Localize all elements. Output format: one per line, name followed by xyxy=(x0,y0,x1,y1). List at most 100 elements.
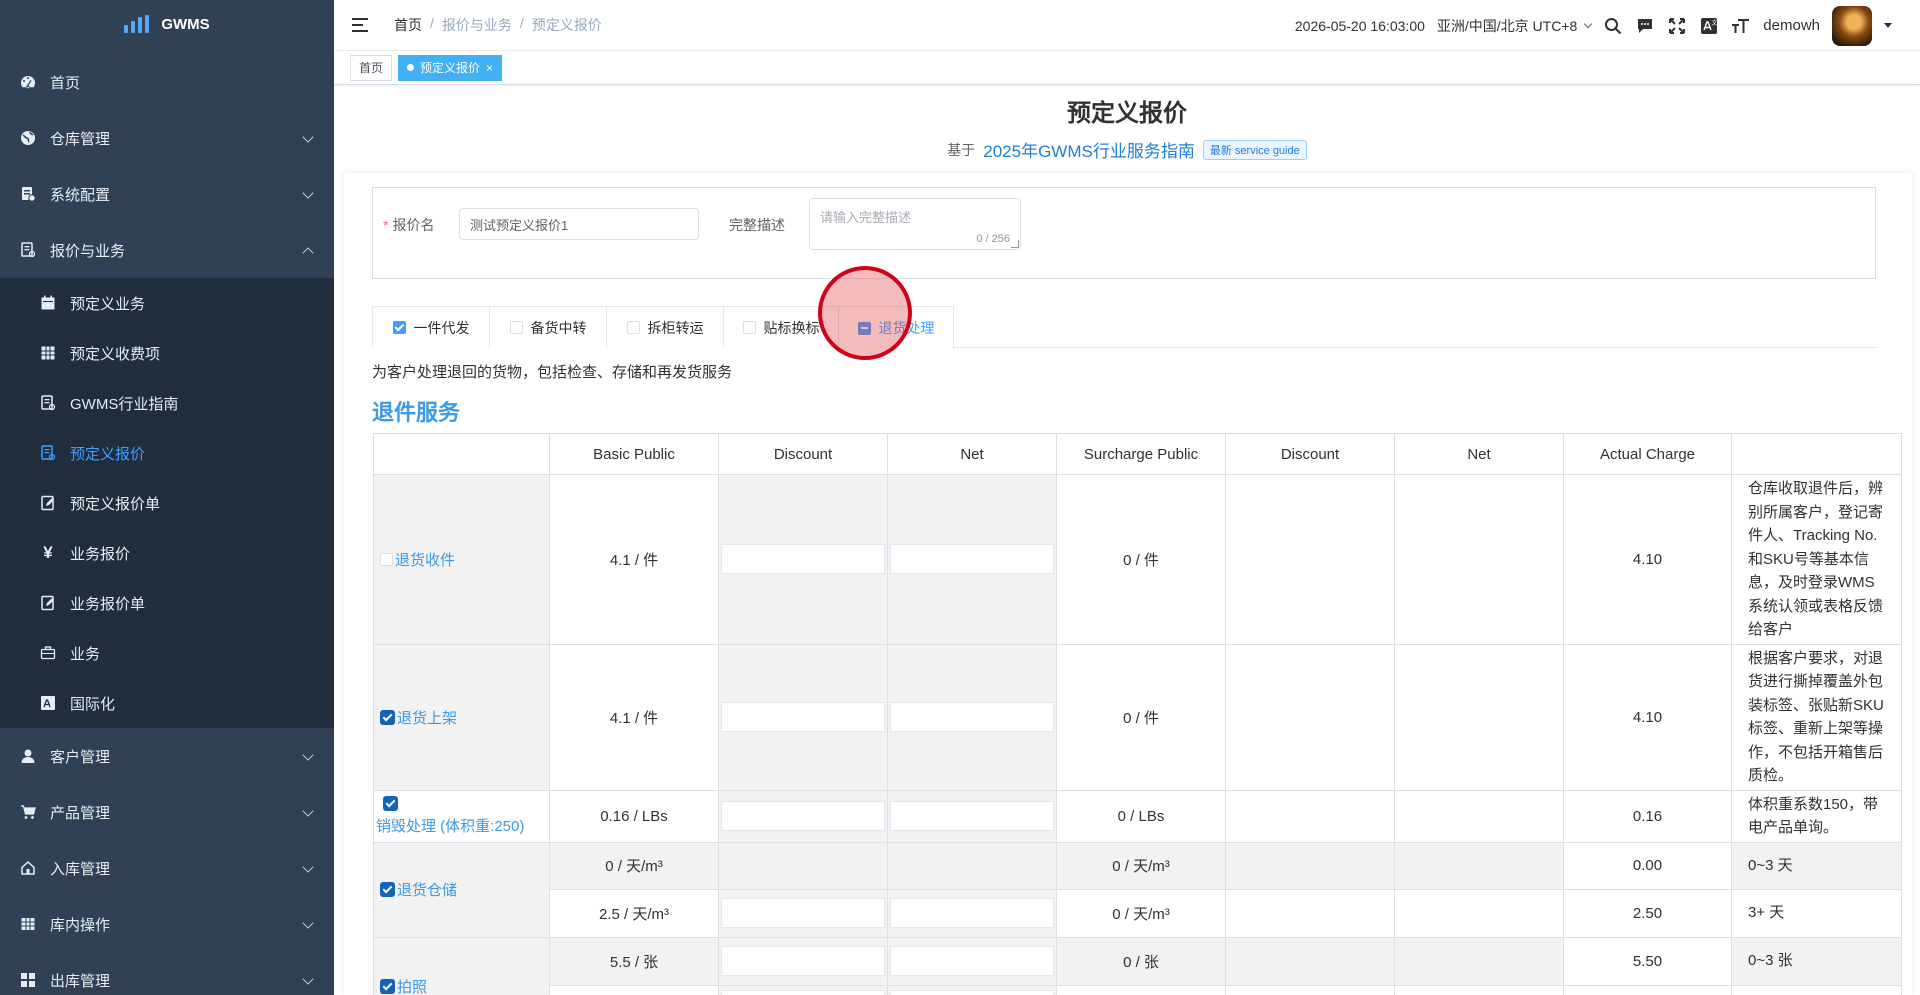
tab-stock-transfer[interactable]: 备货中转 xyxy=(489,306,607,348)
discount-input[interactable] xyxy=(721,702,885,732)
sidebar-subitem-business[interactable]: 业务 xyxy=(0,628,334,678)
sidebar: GWMS 首页 仓库管理 系统配置 报价与业务 预定义业务 预定义收费项 GWM… xyxy=(0,0,334,995)
tag-predefined-quote[interactable]: 预定义报价 × xyxy=(398,54,503,81)
sidebar-subitem-predefined-quote-sheet[interactable]: 预定义报价单 xyxy=(0,478,334,528)
fee-name[interactable]: 拍照 xyxy=(397,976,427,995)
table-row: 拍照 5.5 / 张 0 / 张 5.50 0~3 张 xyxy=(373,936,1902,995)
surcharge-public-cell: 0 / 张 xyxy=(1056,936,1226,986)
actual-charge-cell: 4.10 xyxy=(1563,474,1732,645)
description-textarea[interactable]: 请输入完整描述 0 / 256 xyxy=(809,198,1021,250)
net-input[interactable] xyxy=(890,946,1054,976)
tab-checkbox[interactable] xyxy=(509,321,523,334)
discount-input[interactable] xyxy=(721,990,885,995)
sidebar-item-label: 系统配置 xyxy=(50,186,111,204)
message-icon[interactable] xyxy=(1635,16,1655,36)
tab-label: 备货中转 xyxy=(530,319,587,336)
tab-checkbox[interactable] xyxy=(742,321,756,334)
sidebar-item-inbound[interactable]: 入库管理 xyxy=(0,840,334,896)
header-datetime: 2026-05-20 16:03:00 xyxy=(1294,17,1425,34)
column-header xyxy=(373,433,550,475)
sidebar-item-home[interactable]: 首页 xyxy=(0,54,334,110)
net-input[interactable] xyxy=(890,801,1054,831)
actual-charge-cell: 0.16 xyxy=(1563,789,1732,843)
tag-label: 预定义报价 xyxy=(420,61,481,75)
top-navbar: 首页 / 报价与业务 / 预定义报价 2026-05-20 16:03:00 亚… xyxy=(334,0,1920,51)
basic-public-cell: 4.1 / 件 xyxy=(549,643,719,791)
chevron-up-icon xyxy=(302,247,314,259)
sidebar-item-label: 首页 xyxy=(50,74,81,92)
tab-returns[interactable]: 退货处理 xyxy=(838,306,954,349)
surcharge-net-cell xyxy=(1394,643,1564,791)
quote-name-input[interactable]: 测试预定义报价1 xyxy=(459,208,699,240)
sidebar-item-outbound[interactable]: 出库管理 xyxy=(0,952,334,995)
sidebar-subitem-predefined-business[interactable]: 预定义业务 xyxy=(0,278,334,328)
row-checkbox[interactable] xyxy=(380,978,395,994)
net-input[interactable] xyxy=(890,990,1054,995)
discount-input[interactable] xyxy=(721,946,885,976)
tab-checkbox[interactable] xyxy=(626,321,640,334)
sidebar-item-warehouse-ops[interactable]: 库内操作 xyxy=(0,896,334,952)
tab-dropship[interactable]: 一件代发 xyxy=(372,306,490,348)
resize-handle[interactable] xyxy=(1011,240,1019,248)
briefcase-icon xyxy=(40,645,56,661)
search-icon[interactable] xyxy=(1603,16,1623,36)
username[interactable]: demowh xyxy=(1763,17,1820,34)
actual-charge-cell: 2.50 xyxy=(1563,888,1732,938)
font-size-icon[interactable] xyxy=(1731,16,1751,36)
language-icon[interactable]: 文 xyxy=(1699,16,1719,36)
discount-input[interactable] xyxy=(721,544,885,575)
guide-link[interactable]: 2025年GWMS行业服务指南 xyxy=(983,137,1195,162)
sidebar-subitem-industry-guide[interactable]: GWMS行业指南 xyxy=(0,378,334,428)
fee-name[interactable]: 退货收件 xyxy=(395,549,455,570)
tab-devanning[interactable]: 拆柜转运 xyxy=(606,306,724,348)
net-input[interactable] xyxy=(890,544,1054,575)
column-header: Basic Public xyxy=(549,433,719,475)
app-logo[interactable]: GWMS xyxy=(0,0,334,48)
fullscreen-icon[interactable] xyxy=(1667,16,1687,36)
sidebar-item-quote-business[interactable]: 报价与业务 xyxy=(0,222,334,278)
net-input[interactable] xyxy=(890,898,1054,928)
tag-home[interactable]: 首页 xyxy=(350,54,393,81)
sidebar-item-customers[interactable]: 客户管理 xyxy=(0,728,334,784)
sidebar-subitem-predefined-fees[interactable]: 预定义收费项 xyxy=(0,328,334,378)
sidebar-item-label: 客户管理 xyxy=(50,748,111,766)
breadcrumb-home[interactable]: 首页 xyxy=(394,15,422,35)
home-in-icon xyxy=(20,860,36,876)
chevron-down-icon xyxy=(302,805,314,817)
row-checkbox[interactable] xyxy=(380,882,395,897)
discount-input[interactable] xyxy=(721,898,885,928)
calendar-icon xyxy=(40,295,56,311)
column-header: Discount xyxy=(1225,433,1395,475)
based-on-prefix: 基于 xyxy=(947,141,976,158)
timezone-selector[interactable]: 亚洲/中国/北京 UTC+8 xyxy=(1437,16,1593,36)
sidebar-subitem-business-quote-sheet[interactable]: 业务报价单 xyxy=(0,578,334,628)
fee-name[interactable]: 退货仓储 xyxy=(397,879,457,900)
row-checkbox[interactable] xyxy=(380,709,395,725)
fee-name[interactable]: 销毁处理 (体积重:250) xyxy=(376,815,524,836)
note-cell: 3+ 天 xyxy=(1731,888,1902,938)
sidebar-item-label: 产品管理 xyxy=(50,804,111,822)
net-cell xyxy=(887,936,1057,986)
sidebar-subitem-business-quote[interactable]: ¥ 业务报价 xyxy=(0,528,334,578)
tab-checkbox[interactable] xyxy=(392,321,406,334)
close-icon[interactable]: × xyxy=(486,61,493,75)
sidebar-toggle-icon[interactable] xyxy=(352,18,370,32)
service-tabs: 一件代发 备货中转 拆柜转运 贴标换标 退货处理 xyxy=(372,306,1876,349)
sidebar-item-system-config[interactable]: 系统配置 xyxy=(0,166,334,222)
tab-checkbox[interactable] xyxy=(857,321,871,335)
row-checkbox[interactable] xyxy=(380,552,393,566)
caret-down-icon[interactable] xyxy=(1884,23,1892,28)
row-checkbox[interactable] xyxy=(383,796,398,811)
net-cell xyxy=(887,474,1057,645)
discount-input[interactable] xyxy=(721,801,885,831)
sidebar-subitem-predefined-quote[interactable]: 预定义报价 xyxy=(0,428,334,478)
avatar[interactable] xyxy=(1832,5,1872,46)
sidebar-item-warehouse[interactable]: 仓库管理 xyxy=(0,110,334,166)
breadcrumb-quote-business[interactable]: 报价与业务 xyxy=(442,15,512,35)
tab-relabel[interactable]: 贴标换标 xyxy=(723,306,839,348)
net-input[interactable] xyxy=(890,702,1054,732)
sidebar-subitem-i18n[interactable]: 国际化 xyxy=(0,678,334,728)
fee-name[interactable]: 退货上架 xyxy=(397,707,457,728)
quote-form: * 报价名 测试预定义报价1 完整描述 请输入完整描述 0 / 256 xyxy=(372,187,1876,279)
sidebar-item-products[interactable]: 产品管理 xyxy=(0,784,334,840)
